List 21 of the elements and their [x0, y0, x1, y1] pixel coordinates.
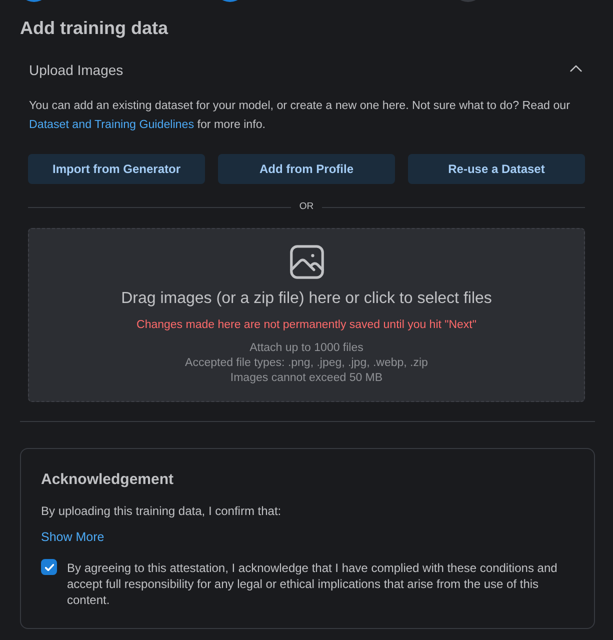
file-dropzone[interactable] [28, 228, 585, 402]
attestation-label: By agreeing to this attestation, I acknowledge that I have complied with these conditions and accept full responsibility for any legal or ethical implications that arise from the use of this content. [67, 560, 558, 608]
source-button[interactable]: Add from Profile [218, 154, 395, 184]
confirm-intro: By uploading this training data, I confirm that: [41, 503, 282, 519]
accordion-control[interactable]: Upload Images [20, 51, 595, 81]
page-title: Add training data [20, 17, 170, 40]
dropzone-hint: Attach up to 1000 files [248, 341, 364, 356]
card-title: Acknowledgement [41, 470, 175, 490]
dropzone-hint: Accepted file types: .png, .jpeg, .jpg, .webp, .zip [185, 356, 428, 371]
show-more-link[interactable]: Show More [41, 530, 104, 544]
divider-label: OR [299, 201, 314, 213]
guidelines-link[interactable]: Dataset and Training Guidelines [29, 118, 194, 131]
unsaved-warning: Changes made here are not permanently saved until you hit "Next" [136, 318, 476, 333]
check-icon [44, 564, 54, 570]
upload-description: You can add an existing dataset for your model, or create a new one here. Not sure what to do? Read our Dataset and Training Guidelines for more info. [28, 98, 571, 133]
dropzone-hint: Images cannot exceed 50 MB [229, 371, 384, 386]
attestation-checkbox[interactable] [41, 559, 57, 575]
source-button[interactable]: Import from Generator [28, 154, 205, 184]
dropzone-title: Drag images (or a zip file) here or click to select files [121, 289, 492, 309]
source-button[interactable]: Re-use a Dataset [408, 154, 585, 184]
image-icon [290, 245, 324, 279]
